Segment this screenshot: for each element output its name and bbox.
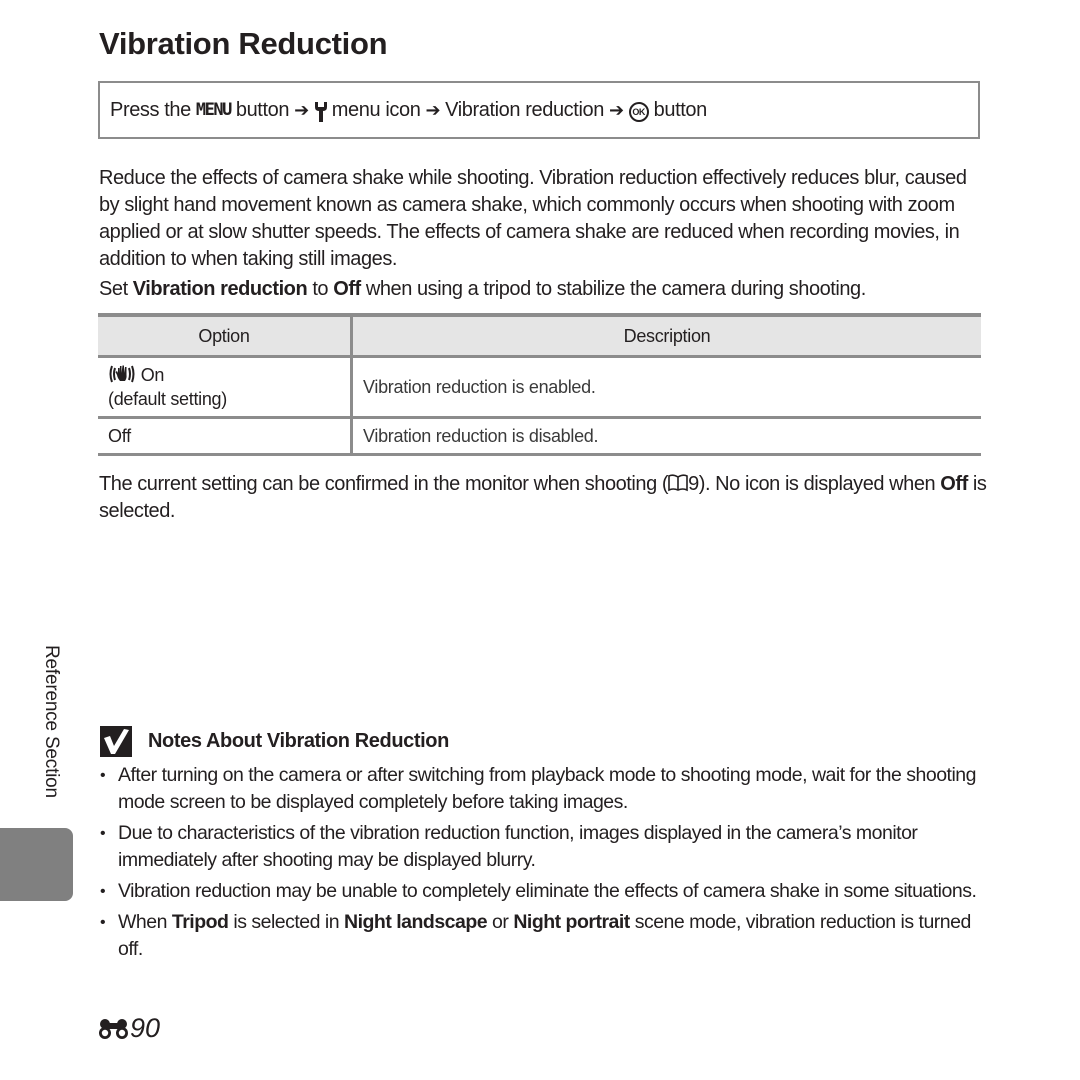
wrench-setup-icon [314,101,327,122]
checkmark-icon [100,726,132,757]
notes-heading: Notes About Vibration Reduction [100,726,449,757]
text: The current setting can be confirmed in … [99,473,669,495]
path-menu-icon-label: menu icon [331,98,421,121]
reference-section-binoculars-icon [99,1018,128,1039]
header-option: Option [98,313,353,358]
list-item: After turning on the camera or after swi… [100,762,990,816]
bold-term: Night portrait [513,911,630,933]
table-row: On (default setting) Vibration reduction… [98,356,981,419]
page-number-value: 90 [130,1013,161,1043]
option-note: (default setting) [108,389,227,409]
options-table: Option Description On (default setting) … [98,313,981,456]
text: Set [99,278,133,300]
bold-term: Tripod [171,911,229,933]
arrow-right-icon: ➔ [608,99,624,120]
book-reference-icon [668,474,688,492]
reference-page-link[interactable]: 9 [688,473,699,495]
page-number: 90 [98,1013,160,1044]
text: When [118,911,172,933]
table-row: Off Vibration reduction is disabled. [98,417,981,456]
bold-term: Night landscape [344,911,488,933]
text: is selected in [228,911,344,933]
section-tab [0,828,73,901]
path-after-menu: button [235,98,290,121]
notes-list: After turning on the camera or after swi… [100,762,990,967]
path-item: Vibration reduction [445,98,604,121]
text: ). No icon is displayed when [698,473,941,495]
side-section-label: Reference Section [41,645,62,798]
ok-button-icon: OK [628,101,649,122]
table-header-row: Option Description [98,313,981,358]
path-suffix: button [653,98,708,121]
bold-term: Off [940,473,968,495]
arrow-right-icon: ➔ [294,99,309,120]
text: or [487,911,514,933]
text: when using a tripod to stabilize the cam… [360,278,866,300]
intro-paragraph: Reduce the effects of camera shake while… [99,167,967,270]
option-cell: On (default setting) [98,356,353,419]
list-item: When Tripod is selected in Night landsca… [100,909,990,963]
option-cell: Off [98,417,353,456]
navigation-path-box: Press the MENU button ➔ menu icon ➔ Vibr… [98,81,980,139]
path-prefix: Press the [110,98,191,121]
text: to [307,278,334,300]
bold-term: Vibration reduction [132,278,308,300]
header-description: Description [351,313,981,358]
menu-button-glyph: MENU [195,100,232,120]
notes-title: Notes About Vibration Reduction [148,730,449,752]
description-cell: Vibration reduction is disabled. [351,417,981,456]
bold-term: Off [333,278,361,300]
arrow-right-icon: ➔ [425,99,441,120]
description-cell: Vibration reduction is enabled. [351,356,981,419]
list-item: Vibration reduction may be unable to com… [100,878,990,905]
tripod-paragraph: Set Vibration reduction to Off when usin… [99,276,989,303]
page-title: Vibration Reduction [99,26,388,61]
option-label: On [140,365,165,385]
list-item: Due to characteristics of the vibration … [100,820,990,874]
vibration-reduction-hand-icon [109,365,135,383]
confirm-paragraph: The current setting can be confirmed in … [99,471,989,525]
